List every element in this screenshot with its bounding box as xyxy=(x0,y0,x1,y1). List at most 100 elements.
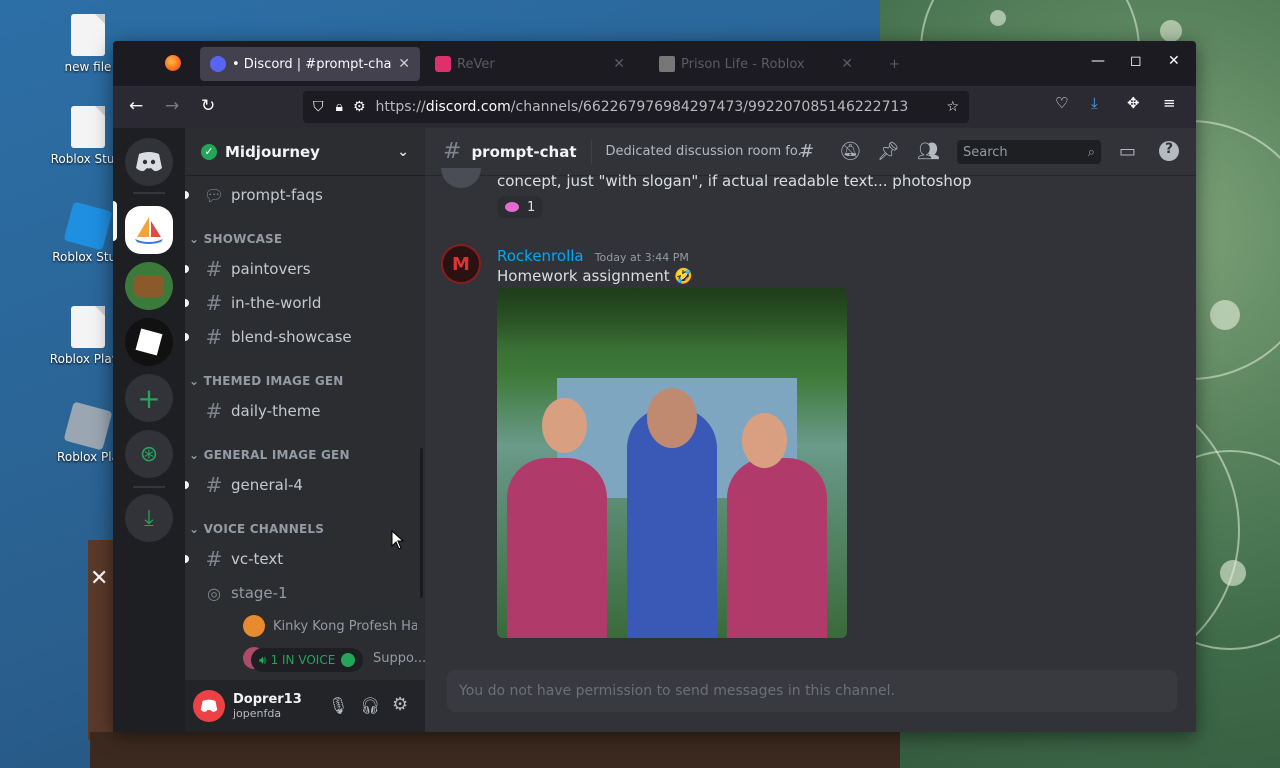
tab-bar: • Discord | #prompt-chat | M ✕ ReVer ✕ P… xyxy=(113,41,1196,86)
roblox-studio-icon xyxy=(63,201,113,251)
selected-server-indicator xyxy=(113,201,117,241)
bookmark-star-icon[interactable]: ☆ xyxy=(946,99,959,115)
discord-favicon-icon xyxy=(210,56,226,72)
reaction-emoji-icon xyxy=(505,202,519,212)
image-attachment[interactable] xyxy=(497,288,847,638)
channel-vc-text[interactable]: # vc-text xyxy=(185,543,421,575)
hash-icon: # xyxy=(205,291,223,315)
tab-reverb[interactable]: ReVer ✕ xyxy=(425,47,635,81)
file-icon xyxy=(71,306,105,348)
back-button[interactable]: ← xyxy=(129,96,143,116)
channel-blend-showcase[interactable]: # blend-showcase xyxy=(185,321,421,353)
channel-in-the-world[interactable]: # in-the-world xyxy=(185,287,421,319)
channel-daily-theme[interactable]: # daily-theme xyxy=(185,395,421,427)
server-game-icon[interactable] xyxy=(125,262,173,310)
headphones-icon[interactable]: 🎧︎ xyxy=(360,696,380,715)
user-info[interactable]: Doprer13 jopenfda xyxy=(233,692,302,720)
member-list-icon[interactable]: 👥︎ xyxy=(917,141,940,162)
reload-button[interactable]: ↻ xyxy=(201,96,215,116)
channel-general-4[interactable]: # general-4 xyxy=(185,469,421,501)
tab-prison-life[interactable]: Prison Life - Roblox ✕ xyxy=(649,47,863,81)
guild-header[interactable]: ✓ Midjourney ⌄ xyxy=(185,128,425,176)
channel-paintovers[interactable]: # paintovers xyxy=(185,253,421,285)
url-bar[interactable]: ⛉ 🔒︎ ⚙ https://discord.com/channels/6622… xyxy=(303,91,969,123)
maximize-icon[interactable]: ◻ xyxy=(1130,53,1142,69)
mute-microphone-icon[interactable]: 🎙︎ xyxy=(328,696,348,715)
avatar xyxy=(243,615,265,637)
channel-sidebar: ✓ Midjourney ⌄ 💬︎ prompt-faqs ⌄ SHOWCASE … xyxy=(185,128,426,732)
category-themed-image-gen[interactable]: ⌄ THEMED IMAGE GEN xyxy=(189,374,344,388)
channel-scrollbar[interactable] xyxy=(420,448,423,598)
search-icon: ⌕ xyxy=(1087,144,1095,160)
category-general-image-gen[interactable]: ⌄ GENERAL IMAGE GEN xyxy=(189,448,350,462)
browser-window: • Discord | #prompt-chat | M ✕ ReVer ✕ P… xyxy=(113,41,1196,732)
close-tab-icon[interactable]: ✕ xyxy=(841,56,853,72)
gear-icon[interactable]: ⚙ xyxy=(392,694,408,715)
permissions-icon[interactable]: ⚙ xyxy=(353,99,366,115)
pin-icon[interactable]: 📌︎ xyxy=(877,141,900,162)
message-header: Rockenrolla Today at 3:44 PM xyxy=(497,247,689,265)
forum-icon: # xyxy=(205,473,223,497)
forward-button[interactable]: → xyxy=(165,96,179,116)
discord-mini-icon xyxy=(341,653,356,667)
avatar[interactable] xyxy=(193,690,225,722)
roblox-favicon-icon xyxy=(659,56,675,72)
voice-count-pill[interactable]: 🔊︎ 1 IN VOICE xyxy=(251,648,364,672)
firefox-icon[interactable] xyxy=(165,55,181,71)
divider xyxy=(133,486,165,488)
download-apps-icon[interactable]: ⤓ xyxy=(125,494,173,542)
search-input[interactable]: Search ⌕ xyxy=(957,140,1101,164)
menu-icon[interactable]: ≡ xyxy=(1163,94,1176,112)
lock-icon[interactable]: 🔒︎ xyxy=(336,99,343,115)
download-icon[interactable]: ⤓ xyxy=(1091,94,1098,112)
extensions-icon[interactable]: ✥ xyxy=(1127,94,1140,112)
hash-icon: # xyxy=(205,325,223,349)
discord-home-icon[interactable] xyxy=(125,138,173,186)
server-roblox-icon[interactable] xyxy=(125,318,173,366)
close-window-icon[interactable]: ✕ xyxy=(1168,53,1180,69)
tab-discord[interactable]: • Discord | #prompt-chat | M ✕ xyxy=(200,47,420,81)
help-icon[interactable]: ? xyxy=(1159,141,1179,161)
hash-icon: # xyxy=(443,139,462,164)
discord-app: + ⊛ ⤓ ✓ Midjourney ⌄ 💬︎ prompt-faqs ⌄ SHO… xyxy=(113,128,1196,732)
roblox-player-icon xyxy=(63,401,113,451)
avatar[interactable]: M xyxy=(441,244,481,284)
add-server-icon[interactable]: + xyxy=(125,374,173,422)
category-showcase[interactable]: ⌄ SHOWCASE xyxy=(189,232,282,246)
category-voice-channels[interactable]: ⌄ VOICE CHANNELS xyxy=(189,522,324,536)
file-icon xyxy=(71,106,105,148)
threads-icon[interactable]: # xyxy=(799,141,814,162)
close-tab-icon[interactable]: ✕ xyxy=(398,56,410,72)
notifications-muted-icon[interactable]: 🔕︎ xyxy=(839,141,862,162)
hash-icon: # xyxy=(205,399,223,423)
channel-prompt-faqs[interactable]: 💬︎ prompt-faqs xyxy=(185,179,421,211)
nav-toolbar: ← → ↻ ⛉ 🔒︎ ⚙ https://discord.com/channel… xyxy=(113,86,1196,128)
channel-stage-1[interactable]: ◎ stage-1 xyxy=(185,577,421,609)
new-tab-button[interactable]: + xyxy=(879,47,909,81)
inbox-icon[interactable]: ▭ xyxy=(1119,141,1136,162)
pocket-icon[interactable]: ♡ xyxy=(1055,94,1068,112)
close-tab-icon[interactable]: ✕ xyxy=(613,56,625,72)
reaction-button[interactable]: 1 xyxy=(497,196,544,218)
chevron-down-icon[interactable]: ⌄ xyxy=(397,144,409,160)
server-midjourney-icon[interactable] xyxy=(125,206,173,254)
hash-icon: # xyxy=(205,257,223,281)
shield-icon[interactable]: ⛉ xyxy=(313,99,324,115)
reverb-favicon-icon xyxy=(435,56,451,72)
divider xyxy=(590,139,592,164)
avatar[interactable] xyxy=(441,168,481,188)
explore-servers-icon[interactable]: ⊛ xyxy=(125,430,173,478)
stage-icon: ◎ xyxy=(207,583,221,603)
verified-icon: ✓ xyxy=(201,143,217,160)
message-composer: You do not have permission to send messa… xyxy=(447,670,1177,712)
close-icon[interactable]: ✕ xyxy=(90,566,108,591)
voice-user[interactable]: Kinky Kong Profesh Ha... xyxy=(227,610,417,642)
divider xyxy=(133,192,165,194)
minimize-icon[interactable]: — xyxy=(1091,53,1105,69)
speaker-icon: 🔊︎ xyxy=(259,652,267,667)
user-panel: Doprer13 jopenfda 🎙︎ 🎧︎ ⚙ xyxy=(185,680,425,732)
server-list: + ⊛ ⤓ xyxy=(113,128,185,732)
hash-icon: # xyxy=(205,547,223,571)
file-icon xyxy=(71,14,105,56)
chat-area: # prompt-chat Dedicated discussion room … xyxy=(425,128,1196,732)
